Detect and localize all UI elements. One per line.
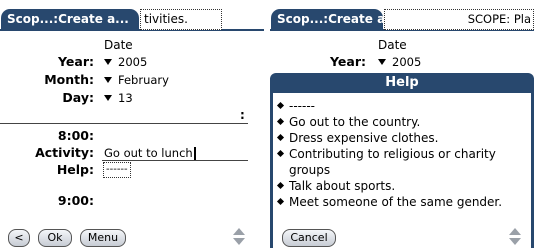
bullet-icon (276, 101, 285, 110)
scroll-up-icon[interactable] (233, 228, 245, 235)
ok-button[interactable]: Ok (38, 229, 72, 247)
help-item-text: Contributing to religious or charity gro… (289, 147, 496, 177)
help-item[interactable]: Contributing to religious or charity gro… (276, 146, 532, 178)
help-item[interactable]: Meet someone of the same gender. (276, 194, 532, 210)
year-label: Year: (330, 54, 366, 69)
cancel-button[interactable]: Cancel (282, 229, 336, 247)
activity-title-field[interactable]: tivities. (140, 9, 222, 30)
help-item[interactable]: ------ (276, 98, 532, 114)
time-slot-8: 8:00: (57, 128, 94, 143)
help-trigger[interactable]: ------ (103, 162, 131, 178)
help-label: Help: (56, 162, 94, 177)
help-dialog-screen: Scop...:Create a... SCOPE: Pla Date Year… (270, 0, 534, 248)
bullet-icon (276, 117, 285, 126)
day-selector[interactable]: 13 (104, 91, 133, 105)
help-dialog: Help ------ Go out to the country. Dress… (270, 73, 534, 248)
day-label: Day: (62, 90, 94, 105)
scroll-up-icon[interactable] (509, 228, 521, 235)
activity-input[interactable]: Go out to lunch (104, 146, 196, 160)
activity-label: Activity: (35, 145, 94, 160)
scroll-arrows[interactable] (232, 228, 246, 246)
date-header: Date (104, 38, 133, 52)
bullet-icon (276, 149, 285, 158)
activity-underline (102, 160, 248, 161)
help-list: ------ Go out to the country. Dress expe… (276, 98, 532, 210)
help-item-text: ------ (289, 99, 315, 113)
bullet-icon (276, 133, 285, 142)
back-button[interactable]: < (8, 229, 30, 247)
dropdown-triangle-icon (104, 94, 112, 101)
activity-title-text: tivities. (144, 12, 188, 26)
activity-value: Go out to lunch (104, 146, 193, 160)
help-value: ------ (106, 164, 128, 175)
bullet-icon (276, 181, 285, 190)
date-header: Date (378, 38, 407, 52)
scroll-arrows[interactable] (508, 228, 522, 246)
bullet-icon (276, 197, 285, 206)
day-value: 13 (118, 91, 133, 105)
help-item[interactable]: Talk about sports. (276, 178, 532, 194)
time-slot-9: 9:00: (57, 193, 94, 208)
year-selector[interactable]: 2005 (104, 55, 147, 69)
create-activity-screen: Scop...:Create a... tivities. Date Year:… (0, 0, 264, 248)
text-cursor (193, 147, 196, 160)
year-value: 2005 (392, 55, 422, 69)
dropdown-triangle-icon (104, 58, 112, 65)
schedule-divider (0, 123, 248, 124)
dialog-border-left (270, 93, 273, 248)
dialog-title: Help (270, 73, 534, 93)
scroll-down-icon[interactable] (233, 238, 245, 245)
activity-title-text: SCOPE: Pla (467, 12, 531, 26)
year-label: Year: (58, 54, 94, 69)
help-item[interactable]: Dress expensive clothes. (276, 130, 532, 146)
month-label: Month: (44, 72, 94, 87)
year-value: 2005 (118, 55, 148, 69)
year-selector[interactable]: 2005 (378, 55, 421, 69)
help-item-text: Dress expensive clothes. (289, 131, 439, 145)
form-title: Scop...:Create a... (277, 12, 383, 26)
dropdown-triangle-icon (378, 58, 386, 65)
form-title-tab[interactable]: Scop...:Create a... (1, 9, 139, 30)
help-item-text: Talk about sports. (289, 179, 396, 193)
title-divider (0, 29, 264, 31)
menu-button[interactable]: Menu (80, 229, 126, 247)
scroll-dots: : (240, 108, 245, 122)
help-item[interactable]: Go out to the country. (276, 114, 532, 130)
help-item-text: Go out to the country. (289, 115, 421, 129)
scroll-down-icon[interactable] (509, 238, 521, 245)
form-title-tab[interactable]: Scop...:Create a... (271, 9, 383, 30)
month-value: February (118, 73, 169, 87)
form-title: Scop...:Create a... (7, 12, 129, 26)
dropdown-triangle-icon (104, 76, 112, 83)
activity-title-field[interactable]: SCOPE: Pla (384, 9, 534, 30)
help-item-text: Meet someone of the same gender. (289, 195, 503, 209)
month-selector[interactable]: February (104, 73, 169, 87)
